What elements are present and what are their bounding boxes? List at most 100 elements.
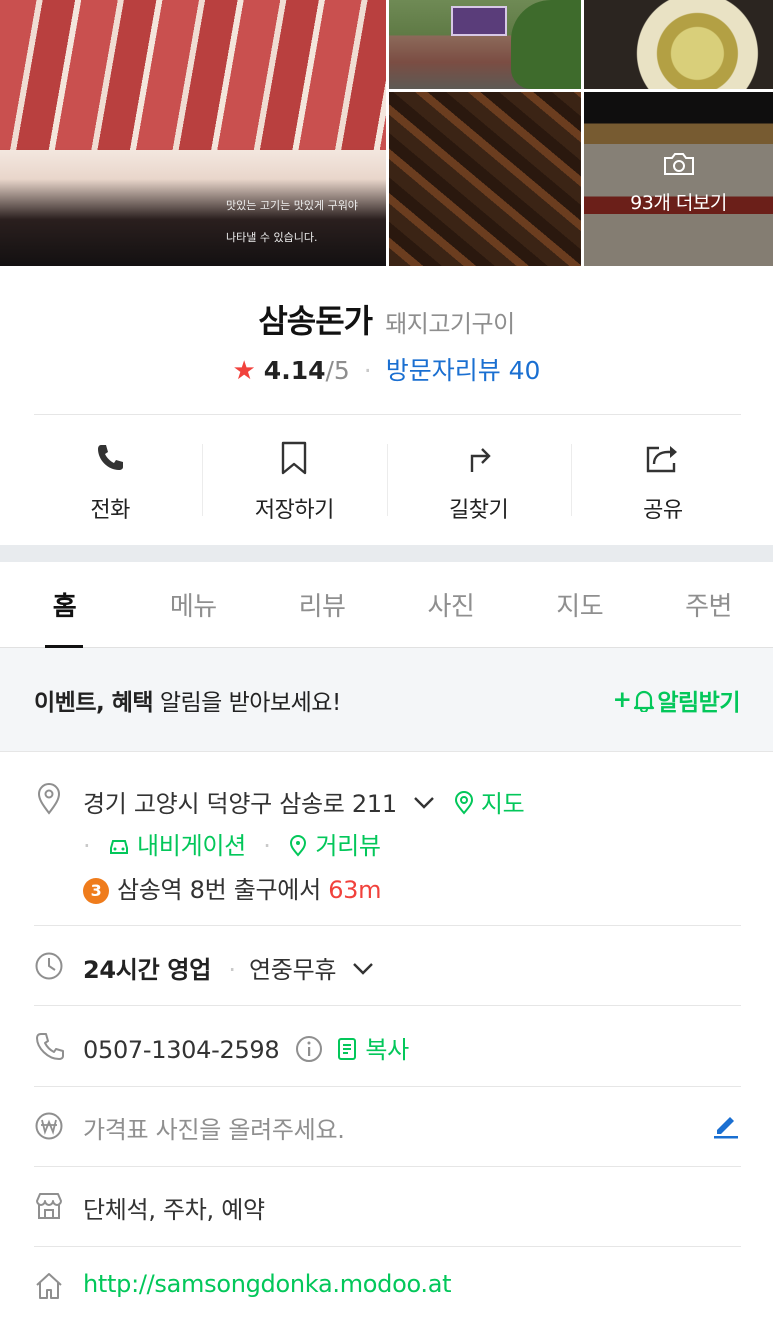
rating-row: ★ 4.14/5 · 방문자리뷰 40 (0, 351, 773, 387)
caption-line-2: 나타낼 수 있습니다. (226, 231, 318, 244)
streetview-link[interactable]: 거리뷰 (288, 832, 381, 860)
place-category: 돼지고기구이 (385, 310, 515, 338)
subway-line-badge: 3 (83, 878, 109, 904)
phone-icon (92, 440, 128, 476)
store-icon (34, 1191, 64, 1221)
directions-label: 길찾기 (449, 498, 509, 523)
place-title: 삼송돈가 돼지고기구이 (0, 296, 773, 342)
directions-button[interactable]: 길찾기 (386, 428, 571, 532)
subscribe-alert-button[interactable]: + 알림받기 (612, 683, 741, 717)
address-line: 경기 고양시 덕양구 삼송로 211 지도 (83, 784, 525, 819)
navigation-label: 내비게이션 (137, 832, 246, 860)
chevron-down-icon[interactable] (412, 795, 436, 811)
hours-section[interactable]: 24시간 영업 · 연중무휴 (34, 948, 741, 988)
map-link-label: 지도 (480, 790, 525, 818)
place-name: 삼송돈가 (258, 302, 373, 340)
event-alert-bar: 이벤트, 혜택 알림을 받아보세요! + 알림받기 (0, 648, 773, 752)
tab-bar: 홈 메뉴 리뷰 사진 지도 주변 (0, 562, 773, 648)
bell-icon (634, 690, 655, 712)
main-photo[interactable]: 맛있는 고기는 맛있게 구워야 나타낼 수 있습니다. (0, 0, 386, 266)
phone-number[interactable]: 0507-1304-2598 (83, 1036, 280, 1064)
alert-plus: + (612, 686, 632, 713)
photo-grilled-meat[interactable] (389, 92, 581, 266)
photo-building[interactable] (389, 0, 581, 89)
photo-column-right: 93개 더보기 (584, 0, 773, 266)
photo-menu-board[interactable]: 93개 더보기 (584, 92, 773, 266)
action-bar: 전화 저장하기 길찾기 공유 (18, 428, 755, 532)
share-label: 공유 (643, 498, 683, 523)
navigation-link[interactable]: 내비게이션 (108, 832, 254, 860)
won-icon (34, 1111, 64, 1141)
address-section: 경기 고양시 덕양구 삼송로 211 지도 · 내비게이션 · 거리뷰 3 삼송역… (34, 782, 741, 912)
photo-building-sign (451, 6, 507, 36)
car-icon (109, 840, 128, 854)
alert-text: 알림을 받아보세요! (153, 689, 341, 716)
copy-icon (338, 1038, 357, 1060)
call-button[interactable]: 전화 (18, 428, 202, 532)
exit-text: 8번 출구에서 (182, 876, 329, 904)
photo-gallery: 맛있는 고기는 맛있게 구워야 나타낼 수 있습니다. 93개 더보기 (0, 0, 773, 266)
tab-photos[interactable]: 사진 (386, 562, 515, 647)
dot-separator: · (83, 832, 91, 860)
bookmark-icon (276, 440, 312, 476)
streetview-pin-icon (289, 835, 306, 857)
address-text: 경기 고양시 덕양구 삼송로 211 (83, 790, 397, 818)
chevron-down-icon[interactable] (351, 961, 375, 977)
edit-pencil-icon[interactable] (711, 1110, 741, 1140)
map-link[interactable]: 지도 (454, 790, 525, 818)
photo-noodles[interactable] (584, 0, 773, 89)
amenities-section: 단체석, 주차, 예약 (34, 1188, 741, 1228)
share-icon (645, 440, 681, 476)
price-section[interactable]: 가격표 사진을 올려주세요. (34, 1108, 741, 1148)
map-pin-icon (454, 791, 473, 815)
clock-icon (34, 951, 64, 981)
alert-message: 이벤트, 혜택 알림을 받아보세요! (34, 683, 341, 717)
caption-line-1: 맛있는 고기는 맛있게 구워야 (226, 199, 358, 212)
home-icon (34, 1271, 64, 1301)
divider (34, 1246, 741, 1247)
hours-status: 24시간 영업 (83, 956, 211, 984)
photo-column-left (389, 0, 581, 266)
phone-line: 0507-1304-2598 복사 (83, 1030, 409, 1065)
dot-separator: · (228, 956, 236, 984)
amenities-text: 단체석, 주차, 예약 (83, 1196, 265, 1224)
dot-separator: · (363, 356, 372, 385)
more-photos-label: 93개 더보기 (630, 191, 727, 214)
save-label: 저장하기 (254, 498, 334, 523)
tab-nearby[interactable]: 주변 (644, 562, 773, 647)
more-photos-overlay[interactable]: 93개 더보기 (584, 92, 773, 266)
phone-section: 0507-1304-2598 복사 (34, 1028, 741, 1068)
info-icon[interactable] (295, 1035, 323, 1063)
visitor-review-link[interactable]: 방문자리뷰 40 (386, 356, 541, 385)
divider (34, 925, 741, 926)
tab-menu[interactable]: 메뉴 (129, 562, 258, 647)
location-pin-icon (34, 783, 64, 815)
copy-label: 복사 (365, 1036, 409, 1064)
divider (34, 1086, 741, 1087)
tab-home[interactable]: 홈 (0, 562, 129, 647)
station-name: 삼송역 (117, 876, 183, 904)
rating-value: 4.14 (263, 356, 326, 385)
station-distance: 63m (328, 876, 382, 904)
alert-button-label: 알림받기 (657, 689, 740, 716)
dot-separator: · (263, 832, 271, 860)
tab-reviews[interactable]: 리뷰 (258, 562, 387, 647)
homepage-link[interactable]: http://samsongdonka.modoo.at (83, 1270, 452, 1298)
rating-max: /5 (325, 356, 350, 385)
copy-button[interactable]: 복사 (336, 1036, 409, 1064)
hours-line: 24시간 영업 · 연중무휴 (83, 950, 375, 985)
star-icon: ★ (232, 356, 256, 386)
address-links: · 내비게이션 · 거리뷰 (83, 826, 381, 861)
share-button[interactable]: 공유 (570, 428, 755, 532)
homepage-section: http://samsongdonka.modoo.at (34, 1268, 741, 1308)
divider (34, 1005, 741, 1006)
phone-outline-icon (34, 1031, 64, 1061)
photo-building-tree (511, 0, 581, 89)
price-placeholder: 가격표 사진을 올려주세요. (83, 1116, 345, 1144)
tab-map[interactable]: 지도 (515, 562, 644, 647)
main-photo-caption: 맛있는 고기는 맛있게 구워야 나타낼 수 있습니다. (226, 190, 386, 254)
alert-bold-text: 이벤트, 혜택 (34, 689, 154, 716)
directions-icon (461, 440, 497, 476)
save-button[interactable]: 저장하기 (202, 428, 386, 532)
streetview-label: 거리뷰 (315, 832, 381, 860)
